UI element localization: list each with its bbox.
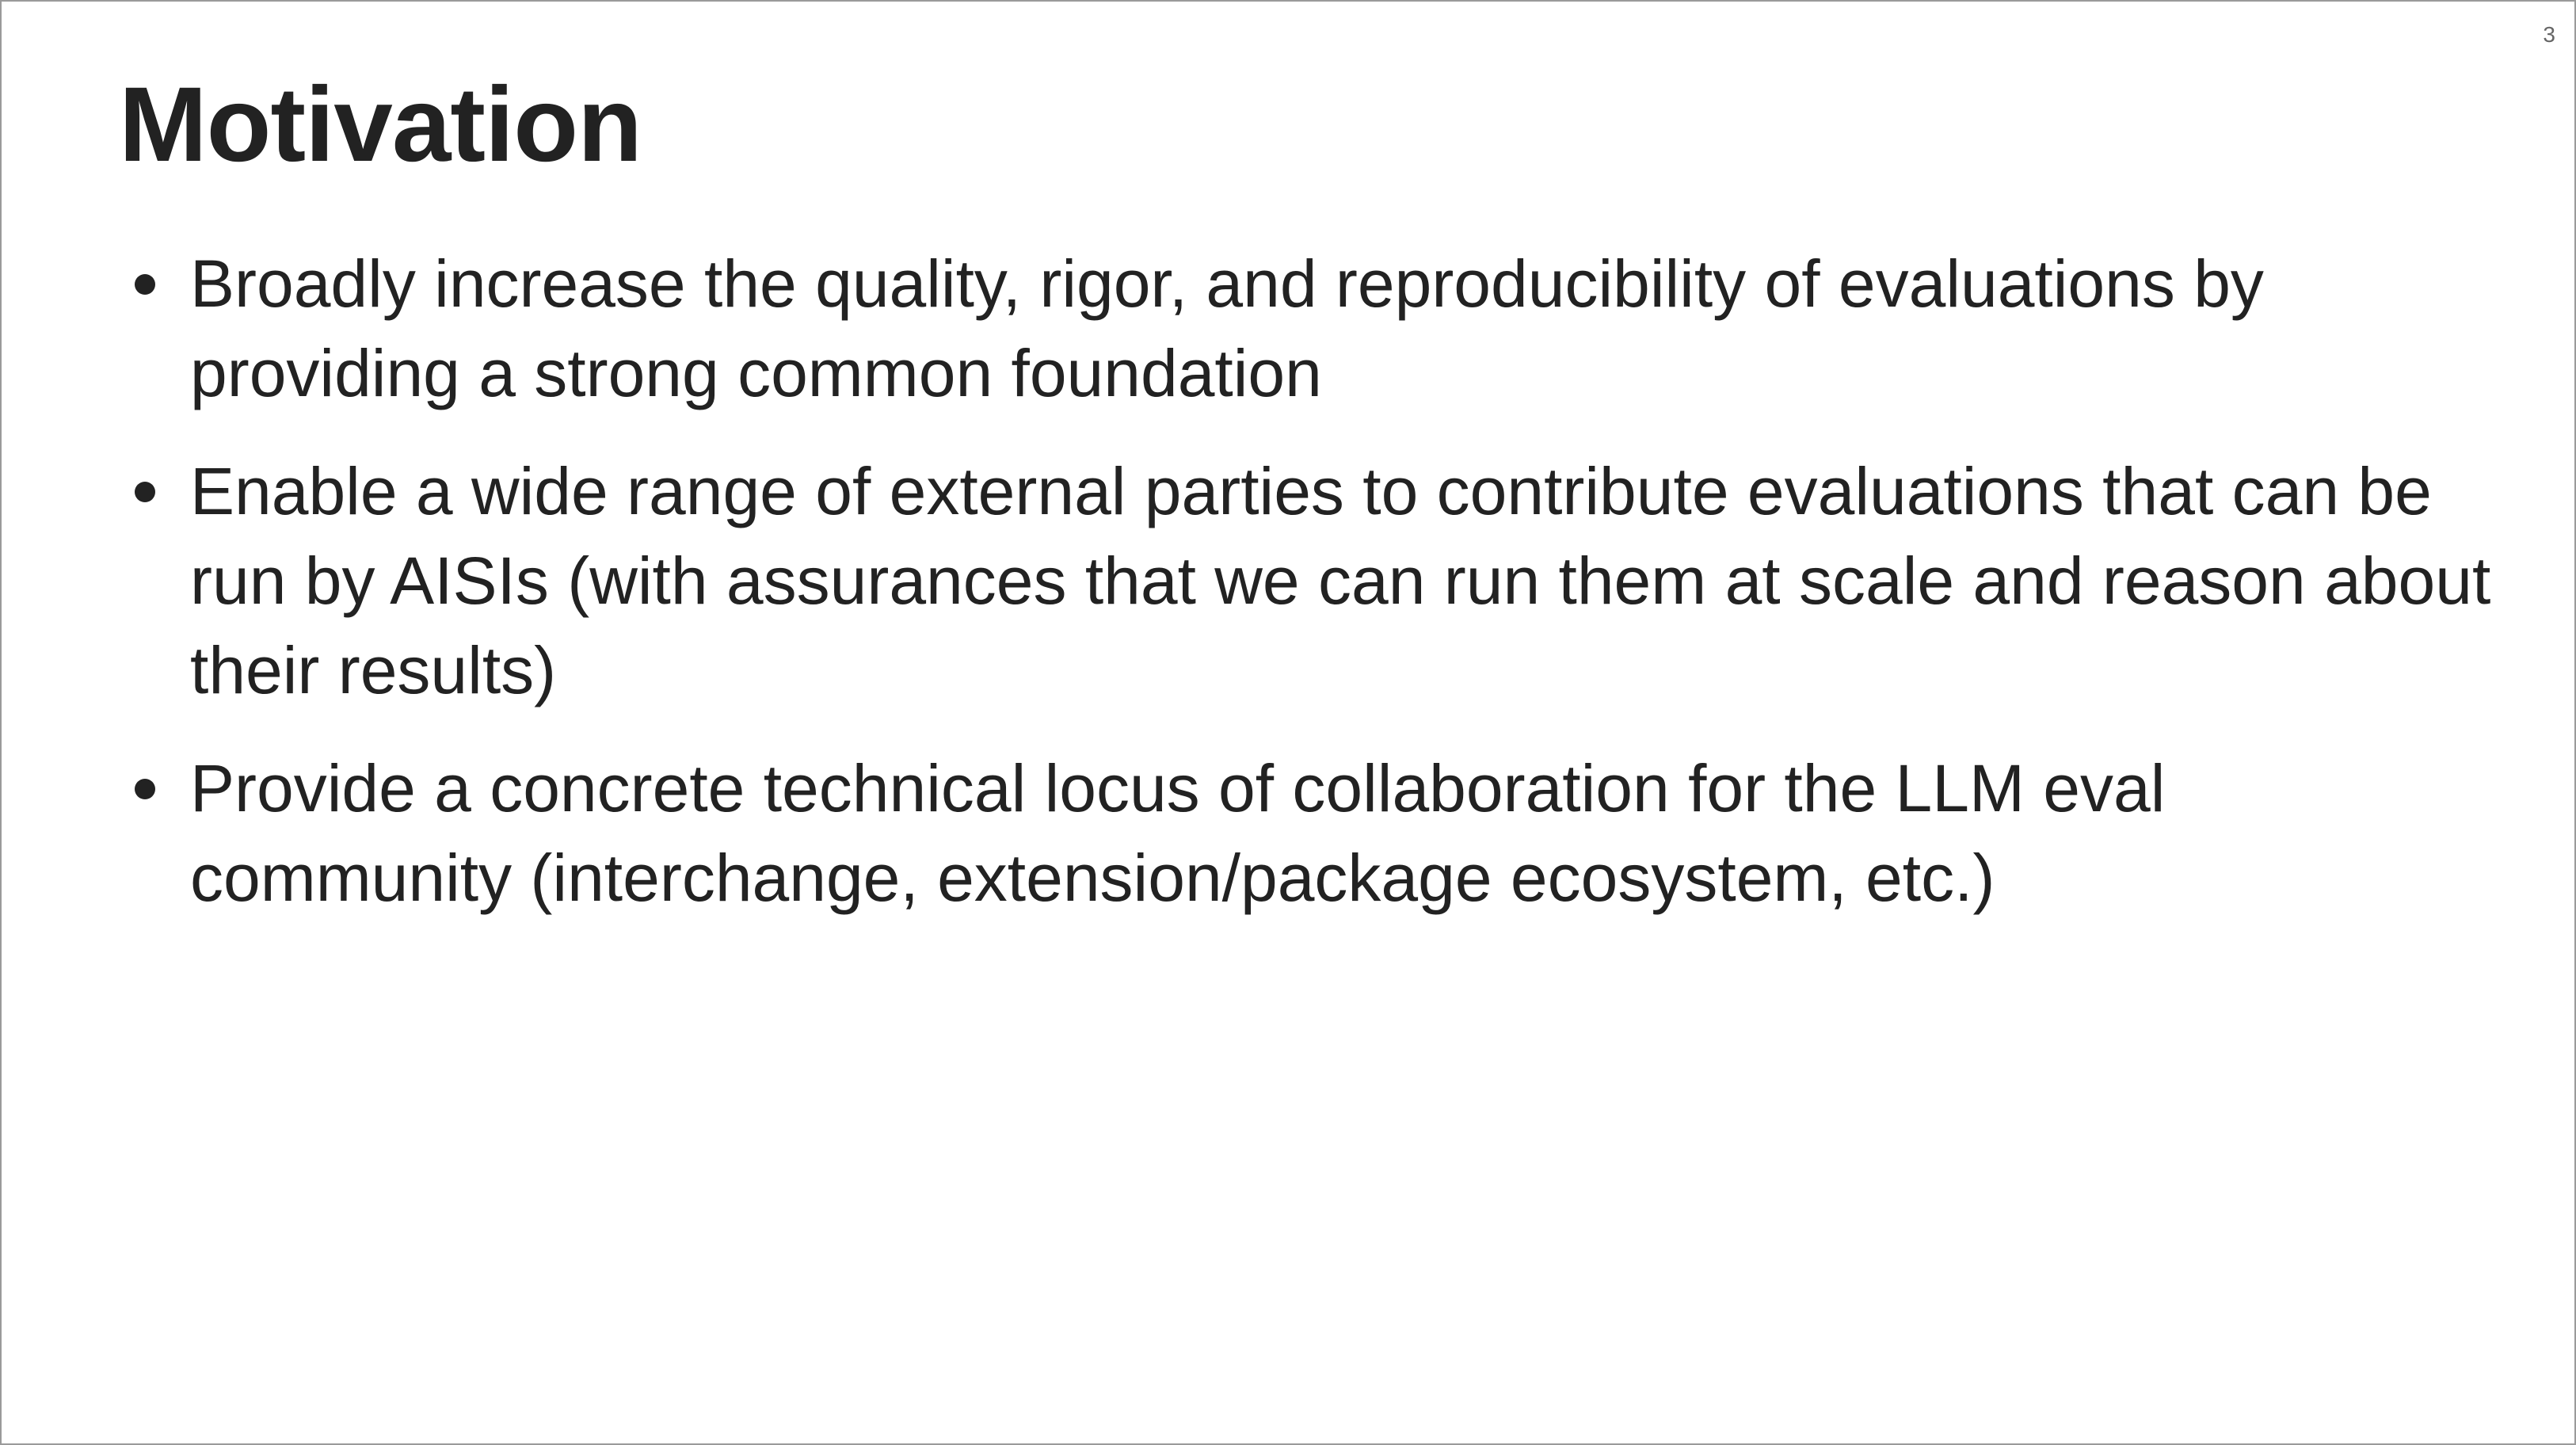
bullet-item: Provide a concrete technical locus of co… bbox=[120, 744, 2465, 923]
bullet-dot-icon bbox=[135, 779, 155, 799]
bullet-item: Enable a wide range of external parties … bbox=[120, 447, 2491, 715]
page-number: 3 bbox=[2543, 22, 2555, 47]
bullet-line: Provide a concrete technical locus of co… bbox=[190, 751, 2166, 825]
bullet-item: Broadly increase the quality, rigor, and… bbox=[120, 239, 2465, 418]
bullet-list: Broadly increase the quality, rigor, and… bbox=[120, 239, 2491, 951]
bullet-line: Broadly increase the quality, rigor, and… bbox=[190, 246, 2264, 321]
slide-title: Motivation bbox=[119, 66, 642, 184]
slide: 3 Motivation Broadly increase the qualit… bbox=[0, 0, 2576, 1445]
bullet-line: Enable a wide range of external parties … bbox=[190, 454, 2432, 528]
bullet-line: run by AISIs (with assurances that we ca… bbox=[190, 543, 2491, 618]
bullet-line: providing a strong common foundation bbox=[190, 336, 1322, 410]
bullet-line: community (interchange, extension/packag… bbox=[190, 841, 1995, 915]
bullet-dot-icon bbox=[135, 482, 155, 502]
bullet-line: their results) bbox=[190, 633, 557, 707]
bullet-dot-icon bbox=[135, 274, 155, 295]
